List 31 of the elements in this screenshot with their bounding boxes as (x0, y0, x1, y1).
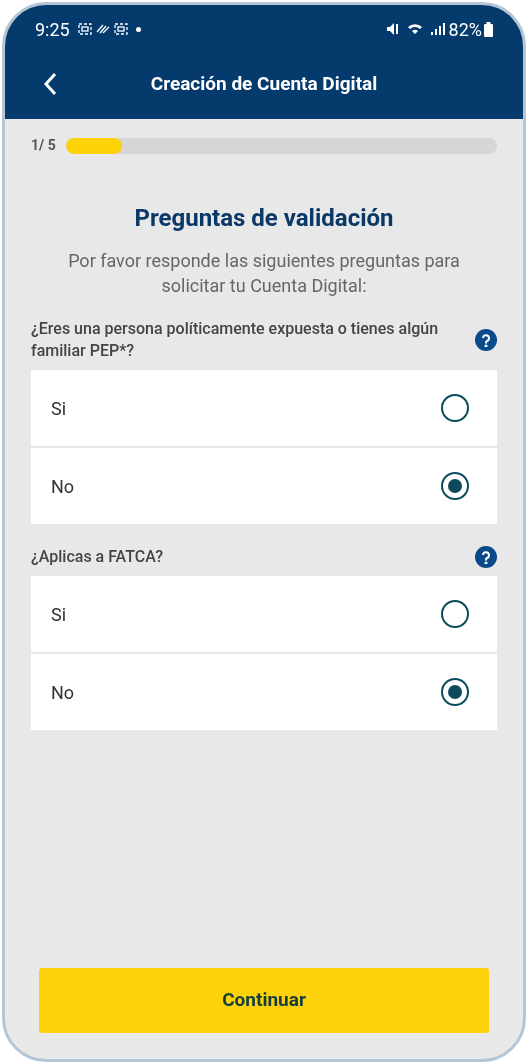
radio-button[interactable] (441, 678, 469, 706)
page-title: Preguntas de validación (133, 203, 395, 234)
battery-percent: 82% (448, 17, 482, 42)
option-row[interactable]: Si (31, 576, 497, 652)
screenshot-icon (113, 22, 128, 36)
radio-button[interactable] (441, 600, 469, 628)
option-row[interactable]: No (31, 654, 497, 730)
option-row[interactable]: No (31, 448, 497, 524)
question-text: ¿Aplicas a FATCA? (31, 546, 165, 568)
page-subtitle: Por favor responde las siguientes preguntas para solicitar tu Cuenta Digital: (67, 249, 461, 298)
signal-icon (430, 22, 445, 36)
option-row[interactable]: Si (31, 370, 497, 446)
option-label: Si (51, 396, 68, 421)
status-time: 9:25 (35, 17, 70, 42)
option-label: Si (51, 602, 68, 627)
help-icon[interactable] (475, 546, 497, 568)
option-label: No (51, 680, 76, 705)
option-label: No (51, 474, 76, 499)
continue-button[interactable]: Continuar (39, 968, 489, 1033)
wifi-icon (406, 23, 423, 35)
battery-icon (484, 21, 493, 37)
screenshot-icon (77, 22, 92, 36)
radio-button[interactable] (441, 394, 469, 422)
mute-icon (385, 21, 399, 37)
header-title: Creación de Cuenta Digital (149, 70, 379, 97)
radio-button[interactable] (441, 472, 469, 500)
step-counter: 1/ 5 (31, 136, 56, 155)
help-icon[interactable] (475, 329, 497, 351)
question-text: ¿Eres una persona políticamente expuesta o tienes algún familiar PEP*? (31, 318, 440, 362)
dot-icon (135, 26, 141, 32)
slash-icon (95, 22, 110, 36)
